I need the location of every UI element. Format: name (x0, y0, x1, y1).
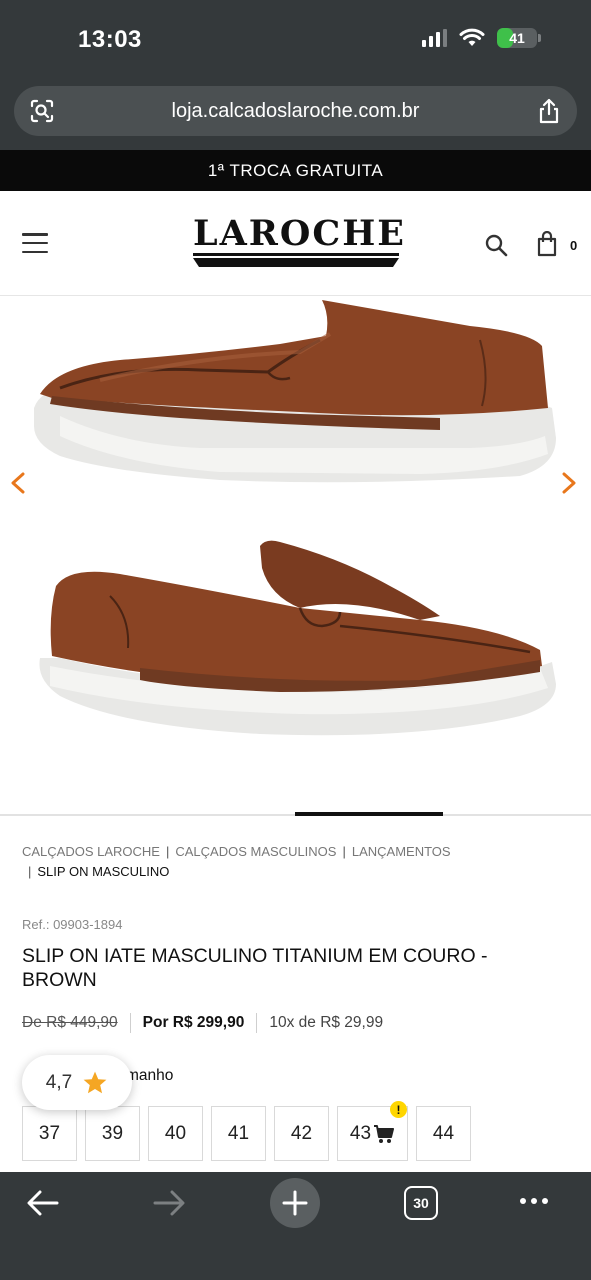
size-option[interactable]: 39 (85, 1106, 140, 1161)
size-label: manho (126, 1067, 174, 1084)
url-text[interactable]: loja.calcadoslaroche.com.br (70, 100, 521, 123)
product-ref: Ref.: 09903-1894 (22, 917, 123, 932)
size-option[interactable]: 37 (22, 1106, 77, 1161)
price-divider (256, 1013, 258, 1033)
battery-cap (538, 34, 541, 42)
breadcrumb-item[interactable]: CALÇADOS LAROCHE (22, 844, 160, 859)
product-image (34, 300, 556, 736)
browser-bottom-bar: 30 (0, 1172, 591, 1280)
size-option-unavailable[interactable]: 43 ! (337, 1101, 408, 1161)
more-icon[interactable] (520, 1198, 548, 1204)
cart-count[interactable]: 0 (570, 238, 577, 253)
back-arrow-icon[interactable] (26, 1190, 60, 1216)
status-time: 13:03 (78, 26, 142, 53)
breadcrumb-current[interactable]: SLIP ON MASCULINO (37, 864, 169, 879)
size-option[interactable]: 40 (148, 1106, 203, 1161)
breadcrumb-item[interactable]: LANÇAMENTOS (352, 844, 451, 859)
carousel-indicator[interactable] (295, 812, 443, 816)
size-option-label: 43 (349, 1122, 372, 1144)
share-icon[interactable] (521, 97, 577, 125)
search-icon[interactable] (484, 233, 508, 257)
cart-icon (374, 1124, 395, 1143)
product-image-carousel[interactable] (0, 296, 591, 814)
breadcrumb: CALÇADOS LAROCHE | CALÇADOS MASCULINOS | LAN… (22, 842, 522, 882)
new-tab-button[interactable] (270, 1178, 320, 1228)
price-old: De R$ 449,90 (22, 1014, 118, 1031)
promo-banner[interactable]: 1ª TROCA GRATUITA (0, 150, 591, 191)
chevron-right-icon[interactable] (557, 472, 579, 494)
logo-underline-graphic (193, 253, 399, 267)
size-option[interactable]: 44 (416, 1106, 471, 1161)
battery-indicator: 41 (497, 28, 541, 48)
breadcrumb-separator: | (165, 844, 170, 859)
battery-icon: 41 (497, 28, 537, 48)
browser-top-chrome: 13:03 41 loja.calcadoslaroche.com.br (0, 0, 591, 150)
forward-arrow-icon[interactable] (152, 1190, 186, 1216)
product-title: SLIP ON IATE MASCULINO TITANIUM EM COURO… (22, 945, 488, 991)
breadcrumb-item[interactable]: CALÇADOS MASCULINOS (175, 844, 336, 859)
shoe-side-view-right (39, 540, 556, 736)
size-option[interactable]: 41 (211, 1106, 266, 1161)
rating-badge[interactable]: 4,7 (22, 1055, 132, 1110)
status-icons: 41 (422, 28, 541, 48)
battery-percent: 41 (509, 30, 525, 46)
rating-value: 4,7 (45, 1071, 73, 1093)
menu-icon[interactable] (22, 233, 48, 253)
price-current: Por R$ 299,90 (142, 1014, 245, 1031)
size-option[interactable]: 42 (274, 1106, 329, 1161)
plus-icon (282, 1190, 308, 1216)
laroche-logo[interactable]: LAROCHE (193, 213, 406, 273)
star-icon (83, 1071, 107, 1093)
screen-search-icon[interactable] (14, 97, 70, 125)
price-installments: 10x de R$ 29,99 (269, 1014, 384, 1031)
tab-count: 30 (413, 1195, 429, 1211)
address-bar[interactable]: loja.calcadoslaroche.com.br (14, 86, 577, 136)
tabs-icon[interactable]: 30 (404, 1186, 438, 1220)
size-selector: 37 39 40 41 42 43 ! 44 (22, 1101, 471, 1161)
site-header: LAROCHE 0 (0, 191, 591, 296)
breadcrumb-separator: | (342, 844, 346, 859)
breadcrumb-separator: | (28, 864, 32, 879)
price-divider (129, 1013, 131, 1033)
shopping-bag-icon[interactable] (536, 231, 558, 257)
chevron-left-icon[interactable] (8, 472, 30, 494)
shoe-side-view-left (34, 300, 556, 483)
cellular-signal-icon (422, 29, 447, 47)
logo-text: LAROCHE (193, 213, 406, 254)
price-row: De R$ 449,90 Por R$ 299,90 10x de R$ 29,… (22, 1013, 383, 1033)
alert-icon: ! (390, 1101, 407, 1118)
wifi-icon (459, 28, 485, 46)
